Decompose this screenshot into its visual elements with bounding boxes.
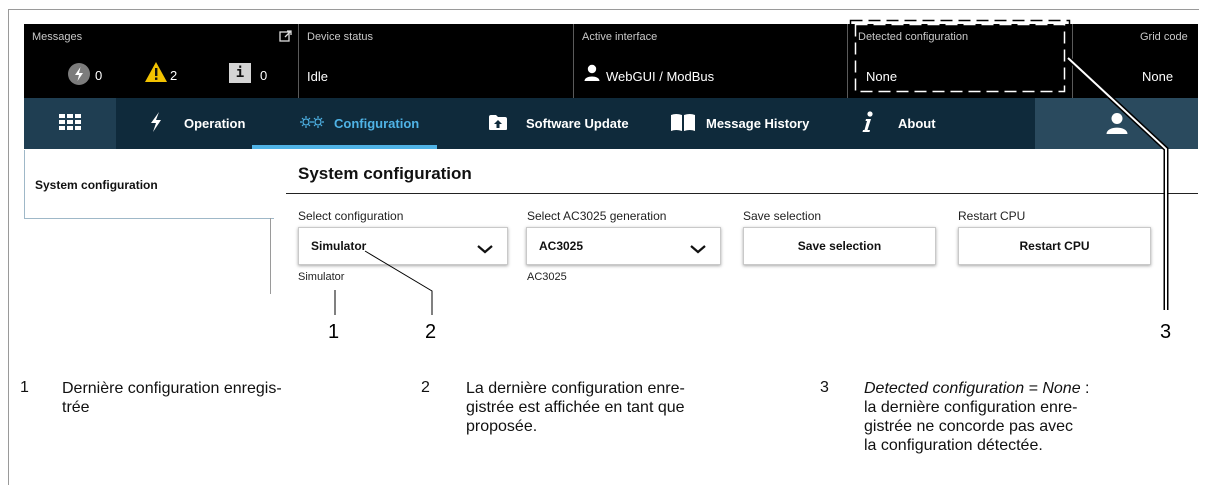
legend-number-3: 3: [820, 379, 829, 396]
legend-text-3: Detected configuration = None : la derni…: [864, 379, 1196, 455]
legend-number-2: 2: [421, 379, 430, 396]
legend-line: trée: [62, 399, 90, 416]
callout-number-1: 1: [328, 321, 340, 343]
callout-number-2: 2: [425, 321, 437, 343]
legend-line: gistrée est affichée en tant que: [466, 399, 685, 416]
legend-line: gistrée ne concorde pas avec: [864, 418, 1074, 435]
legend-emphasis: Detected configuration = None: [864, 380, 1081, 397]
legend-line: Detected configuration = None :: [864, 379, 1196, 398]
legend-text-1: Dernière configuration enregis- trée: [62, 379, 374, 417]
legend-line: proposée.: [466, 418, 538, 435]
legend-line: la dernière configuration enre-: [864, 399, 1078, 416]
legend-number-1: 1: [20, 379, 29, 396]
legend-line: la configuration détectée.: [864, 437, 1043, 454]
legend-text-2: La dernière configuration enre- gistrée …: [466, 379, 788, 436]
callout-number-3: 3: [1160, 321, 1172, 343]
legend-line: Dernière configuration enregis-: [62, 380, 282, 397]
legend-suffix: :: [1080, 380, 1090, 397]
legend-line: La dernière configuration enre-: [466, 380, 685, 397]
